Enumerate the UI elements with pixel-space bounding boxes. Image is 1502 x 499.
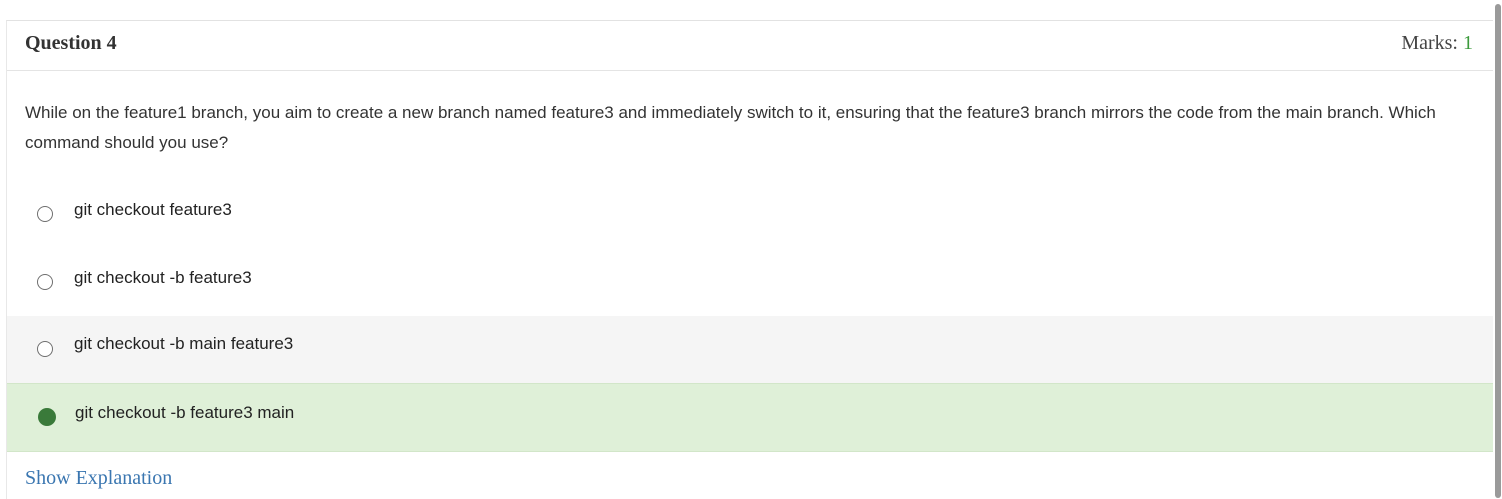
option-label: git checkout -b main feature3: [74, 334, 294, 353]
option-label: git checkout -b feature3 main: [75, 403, 295, 422]
option-2[interactable]: git checkout -b feature3: [7, 244, 1493, 311]
radio-button[interactable]: [37, 341, 53, 357]
marks: Marks: 1: [1401, 32, 1473, 55]
option-label: git checkout -b feature3: [74, 268, 252, 287]
radio-button-selected[interactable]: [38, 408, 56, 426]
question-panel: Question 4 Marks: 1 While on the feature…: [6, 20, 1493, 499]
marks-label: Marks:: [1401, 32, 1458, 54]
scrollbar-thumb[interactable]: [1495, 4, 1501, 498]
option-label: git checkout feature3: [74, 200, 232, 219]
question-text: While on the feature1 branch, you aim to…: [25, 103, 1436, 152]
option-1[interactable]: git checkout feature3: [7, 176, 1493, 243]
radio-button[interactable]: [37, 206, 53, 222]
marks-value: 1: [1463, 32, 1473, 54]
option-4-correct[interactable]: git checkout -b feature3 main: [7, 383, 1493, 452]
question-title: Question 4: [25, 32, 117, 54]
scrollbar[interactable]: [1494, 0, 1502, 498]
show-explanation-link[interactable]: Show Explanation: [25, 467, 172, 490]
option-3[interactable]: git checkout -b main feature3: [7, 316, 1493, 383]
radio-button[interactable]: [37, 274, 53, 290]
question-header: Question 4 Marks: 1: [7, 21, 1493, 71]
